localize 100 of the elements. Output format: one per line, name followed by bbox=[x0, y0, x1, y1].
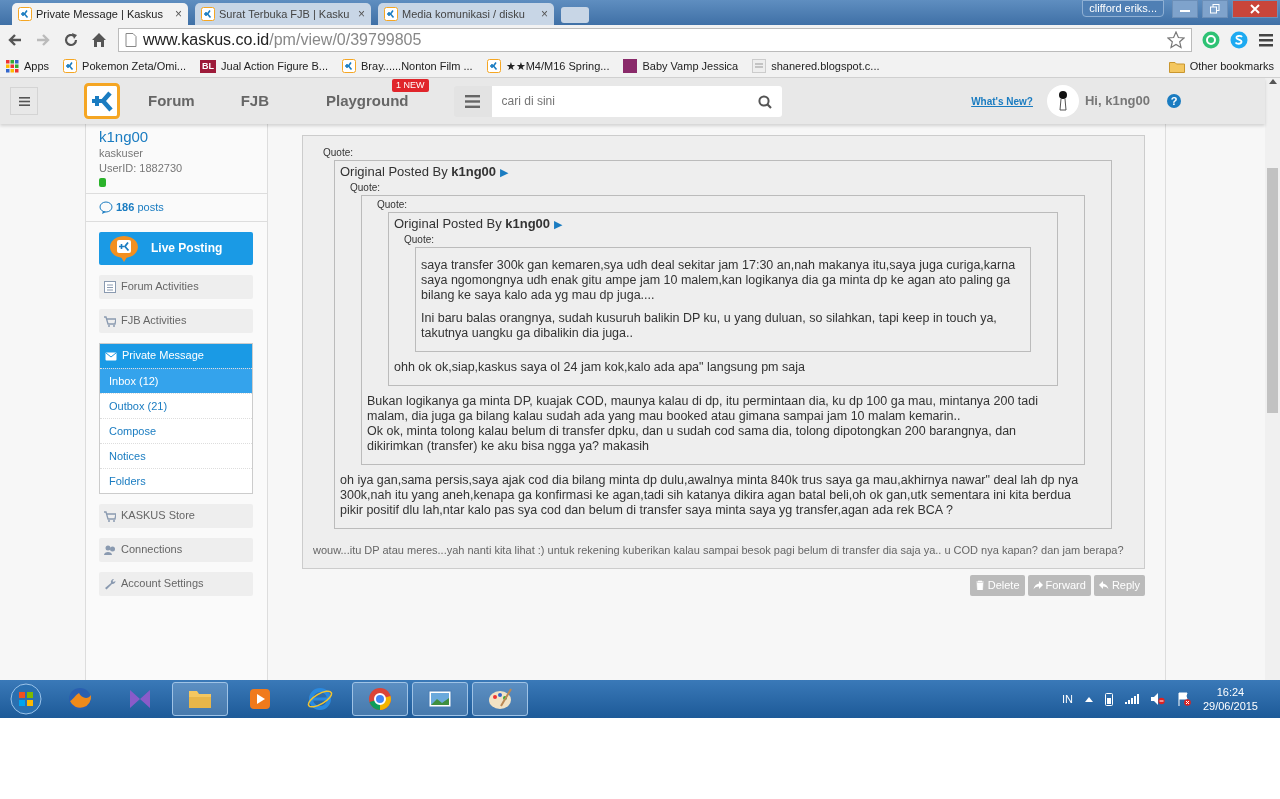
menu-item[interactable]: FJB Activities bbox=[99, 308, 253, 333]
minimize-button[interactable] bbox=[1172, 0, 1198, 18]
cart-icon bbox=[104, 509, 116, 522]
profile-button[interactable]: clifford eriks... bbox=[1082, 0, 1164, 17]
username-link[interactable]: k1ng00 bbox=[99, 128, 267, 146]
help-button[interactable]: ? bbox=[1167, 94, 1181, 108]
quote-author: Original Posted By k1ng00 ▶ bbox=[340, 163, 510, 181]
clock[interactable]: 16:24 29/06/2015 bbox=[1202, 685, 1258, 713]
home-icon[interactable] bbox=[90, 31, 108, 49]
site-icon bbox=[201, 7, 215, 21]
extension-icon[interactable] bbox=[1202, 31, 1220, 49]
palette-icon bbox=[487, 686, 513, 712]
battery-icon[interactable] bbox=[1104, 692, 1113, 706]
extension-icon[interactable] bbox=[1230, 31, 1248, 49]
site-icon bbox=[623, 59, 638, 73]
bookmark-label[interactable]: Other bookmarks bbox=[1189, 57, 1274, 75]
folder-icon bbox=[1168, 59, 1185, 73]
menu-item[interactable]: Forum Activities bbox=[99, 274, 253, 299]
user-rank: kaskuser bbox=[99, 146, 145, 161]
globe-icon bbox=[67, 686, 93, 712]
tab-title: Media komunikasi / disku bbox=[402, 6, 525, 22]
signal-icon[interactable] bbox=[1124, 694, 1139, 704]
taskbar-app-button[interactable] bbox=[472, 682, 528, 716]
taskbar-app-button[interactable] bbox=[412, 682, 468, 716]
site-icon bbox=[486, 59, 501, 73]
menu-icon[interactable] bbox=[1258, 32, 1274, 48]
bookmark-label[interactable]: Pokemon Zeta/Omi... bbox=[82, 57, 186, 75]
quote-text: Bukan logikanya ga minta DP, kuajak COD, maunya kalau di dp, itu permintaan dia, ku dp 100 ga mau, mintanya 200 tadi malam, dia juga ga bilang kalau sudah ada yang mau booked atau gimana sampai jam 10 malam kemarin.. Ok ok, minta tolong kalau belum di transfer dpku, dan u sudah cod sama dia, tolong dipotongkan 200 barangnya, dan dikirimkan (transfer) ke aku bisa ngga ya? makasih bbox=[367, 394, 1039, 454]
category-menu-button[interactable] bbox=[453, 85, 492, 117]
quote-text: saya transfer 300k gan kemaren,sya udh deal sekitar jam 17:30 an,nah makanya itu,saya juga curiga,karna saya ngomongnya udh enak gitu ampe jam 10 malem,kan logikanya dia ga minta dp ke agan ato paling ga bilang ke saya kalo ada yg mau dp juga.... bbox=[421, 258, 1016, 303]
close-button[interactable] bbox=[1232, 0, 1278, 18]
site-icon bbox=[342, 59, 356, 73]
bookmark-label[interactable]: ★★M4/M16 Spring... bbox=[505, 57, 610, 75]
tab-title: Surat Terbuka FJB | Kasku bbox=[219, 6, 350, 22]
search-field[interactable]: cari di sini bbox=[491, 85, 782, 117]
taskbar-app-button[interactable] bbox=[172, 682, 228, 716]
site-icon bbox=[18, 7, 32, 21]
globe-icon bbox=[307, 686, 333, 712]
menu-button[interactable] bbox=[10, 87, 38, 115]
menu-item[interactable]: Account Settings bbox=[99, 571, 253, 596]
reload-icon[interactable] bbox=[62, 31, 80, 49]
site-icon bbox=[384, 7, 398, 21]
quote-label: Quote: bbox=[377, 198, 409, 212]
tab-close-button[interactable]: × bbox=[541, 5, 548, 23]
bookmark-label[interactable]: Jual Action Figure B... bbox=[221, 57, 328, 75]
flag-icon[interactable] bbox=[1176, 692, 1191, 706]
tab-title: Private Message | Kaskus bbox=[36, 6, 163, 22]
trash-icon bbox=[974, 580, 985, 591]
menu-section-header[interactable]: Private Message bbox=[100, 343, 252, 368]
menu-item[interactable]: Connections bbox=[99, 537, 253, 562]
quote-text: Ini baru balas orangnya, sudah kusuruh balikin DP ku, u yang duluan, so silahkan, tapi keep in touch ya, takutnya uangku ga dibalikin dia juga.. bbox=[421, 311, 998, 341]
speech-bubble-icon bbox=[99, 200, 113, 214]
search-icon bbox=[757, 94, 772, 109]
browser-tab[interactable]: Private Message | Kaskus × bbox=[12, 3, 188, 25]
bookmark-label[interactable]: Baby Vamp Jessica bbox=[642, 57, 739, 75]
star-icon[interactable] bbox=[1167, 31, 1185, 49]
whats-new-link[interactable]: What's New? bbox=[971, 93, 1033, 109]
page-icon bbox=[125, 33, 137, 47]
logo-icon[interactable] bbox=[84, 83, 120, 119]
menu-item[interactable]: Notices bbox=[100, 442, 252, 468]
site-icon bbox=[752, 59, 767, 73]
taskbar-app-button[interactable] bbox=[352, 682, 408, 716]
menu-item[interactable]: KASKUS Store bbox=[99, 503, 253, 528]
nav-link[interactable]: Forum bbox=[148, 92, 195, 109]
user-id: UserID: 1882730 bbox=[99, 161, 184, 176]
cart-icon bbox=[104, 314, 116, 327]
avatar[interactable] bbox=[1046, 85, 1079, 117]
start-orb-icon bbox=[10, 683, 42, 715]
post-count[interactable]: 186 posts bbox=[116, 199, 164, 216]
menu-item[interactable]: Outbox (21) bbox=[100, 392, 252, 418]
tab-close-button[interactable]: × bbox=[358, 5, 365, 23]
greeting[interactable]: Hi, k1ng00 bbox=[1084, 91, 1150, 111]
language-indicator[interactable]: IN bbox=[1061, 690, 1073, 708]
nav-link[interactable]: FJB bbox=[240, 92, 269, 109]
nav-link[interactable]: Playground bbox=[326, 92, 409, 109]
quote-text: ohh ok ok,siap,kaskus saya ol 24 jam kok,kalo ada apa" langsung pm saja bbox=[394, 360, 806, 375]
bookmark-label[interactable]: Apps bbox=[24, 57, 50, 75]
menu-item[interactable]: Folders bbox=[100, 467, 252, 493]
people-icon bbox=[104, 543, 116, 556]
scrollbar[interactable] bbox=[1265, 78, 1280, 680]
menu-item[interactable]: Inbox (12) bbox=[100, 367, 252, 393]
quote-label: Quote: bbox=[404, 233, 436, 247]
speaker-muted-icon[interactable] bbox=[1150, 693, 1165, 705]
bookmark-label[interactable]: Bray......Nonton Film ... bbox=[361, 57, 473, 75]
calendar-icon bbox=[104, 280, 116, 293]
browser-tab[interactable]: Media komunikasi / disku × bbox=[378, 3, 554, 25]
share-arrow-icon bbox=[1032, 580, 1043, 591]
play-icon bbox=[247, 686, 273, 712]
bookmark-label[interactable]: shanered.blogspot.c... bbox=[771, 57, 880, 75]
speech-bubble-icon bbox=[107, 234, 141, 262]
show-hidden-icons-icon[interactable] bbox=[1084, 696, 1093, 702]
grid-icon bbox=[6, 59, 19, 73]
live-posting-button[interactable]: Live Posting bbox=[99, 231, 253, 265]
maximize-button[interactable] bbox=[1202, 0, 1228, 18]
browser-tab[interactable]: Surat Terbuka FJB | Kasku × bbox=[195, 3, 371, 25]
menu-item[interactable]: Compose bbox=[100, 417, 252, 443]
url-text: www.kaskus.co.id/pm/view/0/39799805 bbox=[143, 30, 422, 50]
scrollbar-thumb[interactable] bbox=[1267, 168, 1278, 413]
address-bar[interactable]: www.kaskus.co.id/pm/view/0/39799805 bbox=[118, 28, 1192, 52]
tab-close-button[interactable]: × bbox=[175, 5, 182, 23]
